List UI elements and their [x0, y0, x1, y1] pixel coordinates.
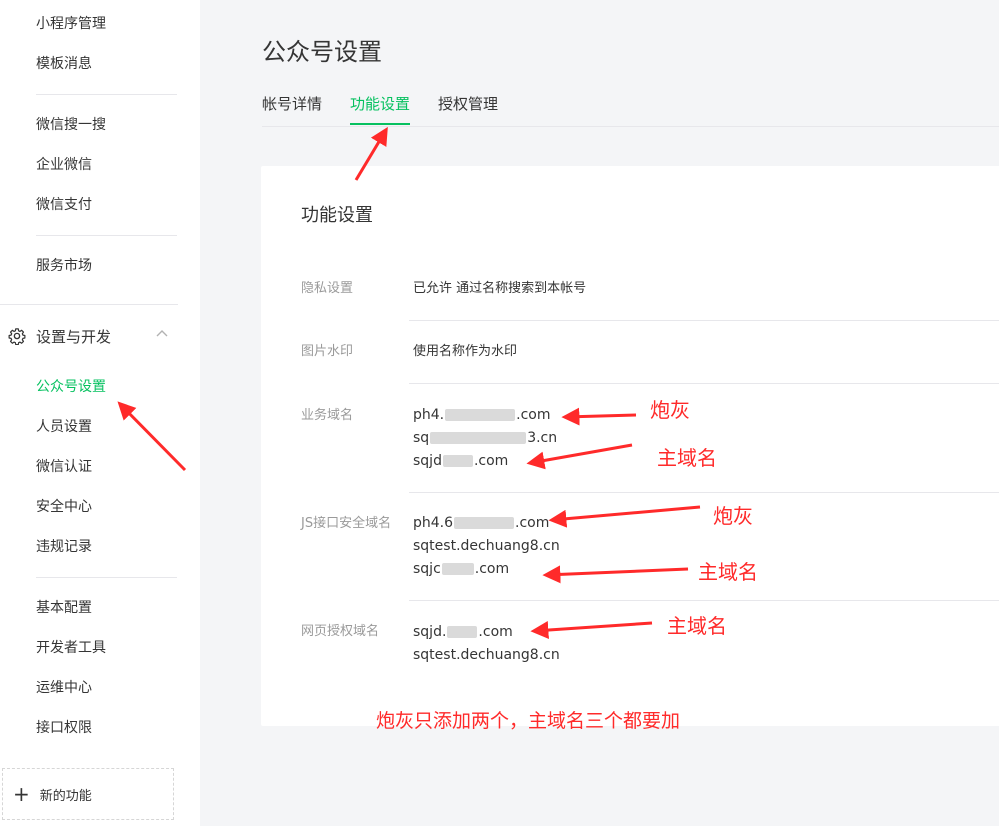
annotation-main-domain: 主域名	[667, 614, 727, 638]
sidebar-divider	[36, 235, 177, 236]
masked-text	[447, 626, 478, 638]
sidebar-item-wecom[interactable]: 企业微信	[36, 155, 92, 175]
sidebar-item-wechat-search[interactable]: 微信搜一搜	[36, 115, 106, 135]
web-auth-domain-1: sqjd. .com	[413, 621, 513, 643]
sidebar-item-ops-center[interactable]: 运维中心	[36, 678, 92, 698]
masked-text	[445, 409, 516, 421]
watermark-value: 使用名称作为水印	[413, 344, 518, 359]
annotation-note: 炮灰只添加两个，主域名三个都要加	[376, 710, 681, 732]
new-feature-button[interactable]: + 新的功能	[2, 768, 174, 820]
tab-feature-settings[interactable]: 功能设置	[350, 94, 411, 125]
privacy-value: 已允许 通过名称搜索到本帐号	[413, 281, 587, 296]
business-domain-2: sq 3.cn	[413, 427, 557, 449]
sidebar: 小程序管理 模板消息 微信搜一搜 企业微信 微信支付 服务市场 设置与开发 公众…	[0, 0, 200, 826]
masked-text	[442, 455, 473, 467]
masked-text	[430, 432, 527, 444]
watermark-label: 图片水印	[301, 344, 354, 359]
domain-prefix: sqjc	[413, 561, 441, 577]
web-auth-domain-label: 网页授权域名	[301, 624, 380, 639]
sidebar-item-template-message[interactable]: 模板消息	[36, 54, 92, 74]
js-domain-3: sqjc .com	[413, 558, 509, 580]
sidebar-item-personnel-settings[interactable]: 人员设置	[36, 417, 92, 437]
web-auth-domain-2: sqtest.dechuang8.cn	[413, 647, 560, 663]
domain-prefix: sqjd	[413, 453, 442, 469]
domain-prefix: ph4.6	[413, 515, 454, 531]
row-divider	[409, 320, 999, 321]
js-domain-1: ph4.6 .com	[413, 512, 549, 534]
sidebar-divider	[36, 577, 177, 578]
domain-prefix: sq	[413, 430, 430, 446]
sidebar-section-settings-dev[interactable]: 设置与开发	[8, 325, 173, 347]
sidebar-divider	[0, 304, 178, 305]
annotation-paohui: 炮灰	[650, 398, 690, 422]
business-domain-1: ph4. .com	[413, 404, 550, 426]
annotation-paohui: 炮灰	[713, 504, 753, 528]
domain-suffix: .com	[473, 453, 509, 469]
privacy-label: 隐私设置	[301, 281, 354, 296]
page-title: 公众号设置	[262, 38, 382, 66]
business-domain-3: sqjd .com	[413, 450, 508, 472]
annotation-main-domain: 主域名	[657, 446, 717, 470]
feature-settings-card: 功能设置 隐私设置 已允许 通过名称搜索到本帐号 图片水印 使用名称作为水印 业…	[261, 166, 999, 726]
plus-icon: +	[13, 782, 30, 806]
sidebar-item-developer-tools[interactable]: 开发者工具	[36, 638, 106, 658]
row-divider	[409, 600, 999, 601]
sidebar-item-basic-config[interactable]: 基本配置	[36, 598, 92, 618]
row-divider	[409, 383, 999, 384]
domain-prefix: sqjd.	[413, 624, 447, 640]
domain-suffix: .com	[474, 561, 510, 577]
sidebar-item-account-settings[interactable]: 公众号设置	[36, 377, 106, 397]
sidebar-item-security-center[interactable]: 安全中心	[36, 497, 92, 517]
domain-suffix: .com	[515, 515, 550, 531]
sidebar-item-wechat-verification[interactable]: 微信认证	[36, 457, 92, 477]
domain-suffix: .com	[478, 624, 513, 640]
business-domain-label: 业务域名	[301, 408, 354, 423]
tab-authorization[interactable]: 授权管理	[438, 94, 498, 123]
sidebar-section-label: 设置与开发	[36, 327, 112, 346]
sidebar-item-miniprogram[interactable]: 小程序管理	[36, 14, 106, 34]
js-domain-label: JS接口安全域名	[301, 516, 392, 531]
gear-icon	[8, 328, 26, 345]
chevron-up-icon[interactable]	[155, 327, 169, 341]
row-divider	[409, 492, 999, 493]
js-domain-2: sqtest.dechuang8.cn	[413, 538, 560, 554]
annotation-main-domain: 主域名	[698, 560, 758, 584]
sidebar-item-api-permissions[interactable]: 接口权限	[36, 718, 92, 738]
tab-bar: 帐号详情 功能设置 授权管理	[262, 94, 999, 127]
masked-text	[454, 517, 515, 529]
domain-prefix: ph4.	[413, 407, 445, 423]
masked-text	[441, 563, 474, 575]
tab-account-details[interactable]: 帐号详情	[262, 94, 322, 123]
card-title: 功能设置	[301, 205, 373, 226]
sidebar-divider	[36, 94, 177, 95]
new-feature-label: 新的功能	[39, 788, 92, 804]
sidebar-item-service-market[interactable]: 服务市场	[36, 256, 92, 276]
sidebar-item-violation-records[interactable]: 违规记录	[36, 537, 92, 557]
domain-suffix: 3.cn	[527, 430, 558, 446]
sidebar-item-wechat-pay[interactable]: 微信支付	[36, 195, 92, 215]
domain-suffix: .com	[516, 407, 551, 423]
